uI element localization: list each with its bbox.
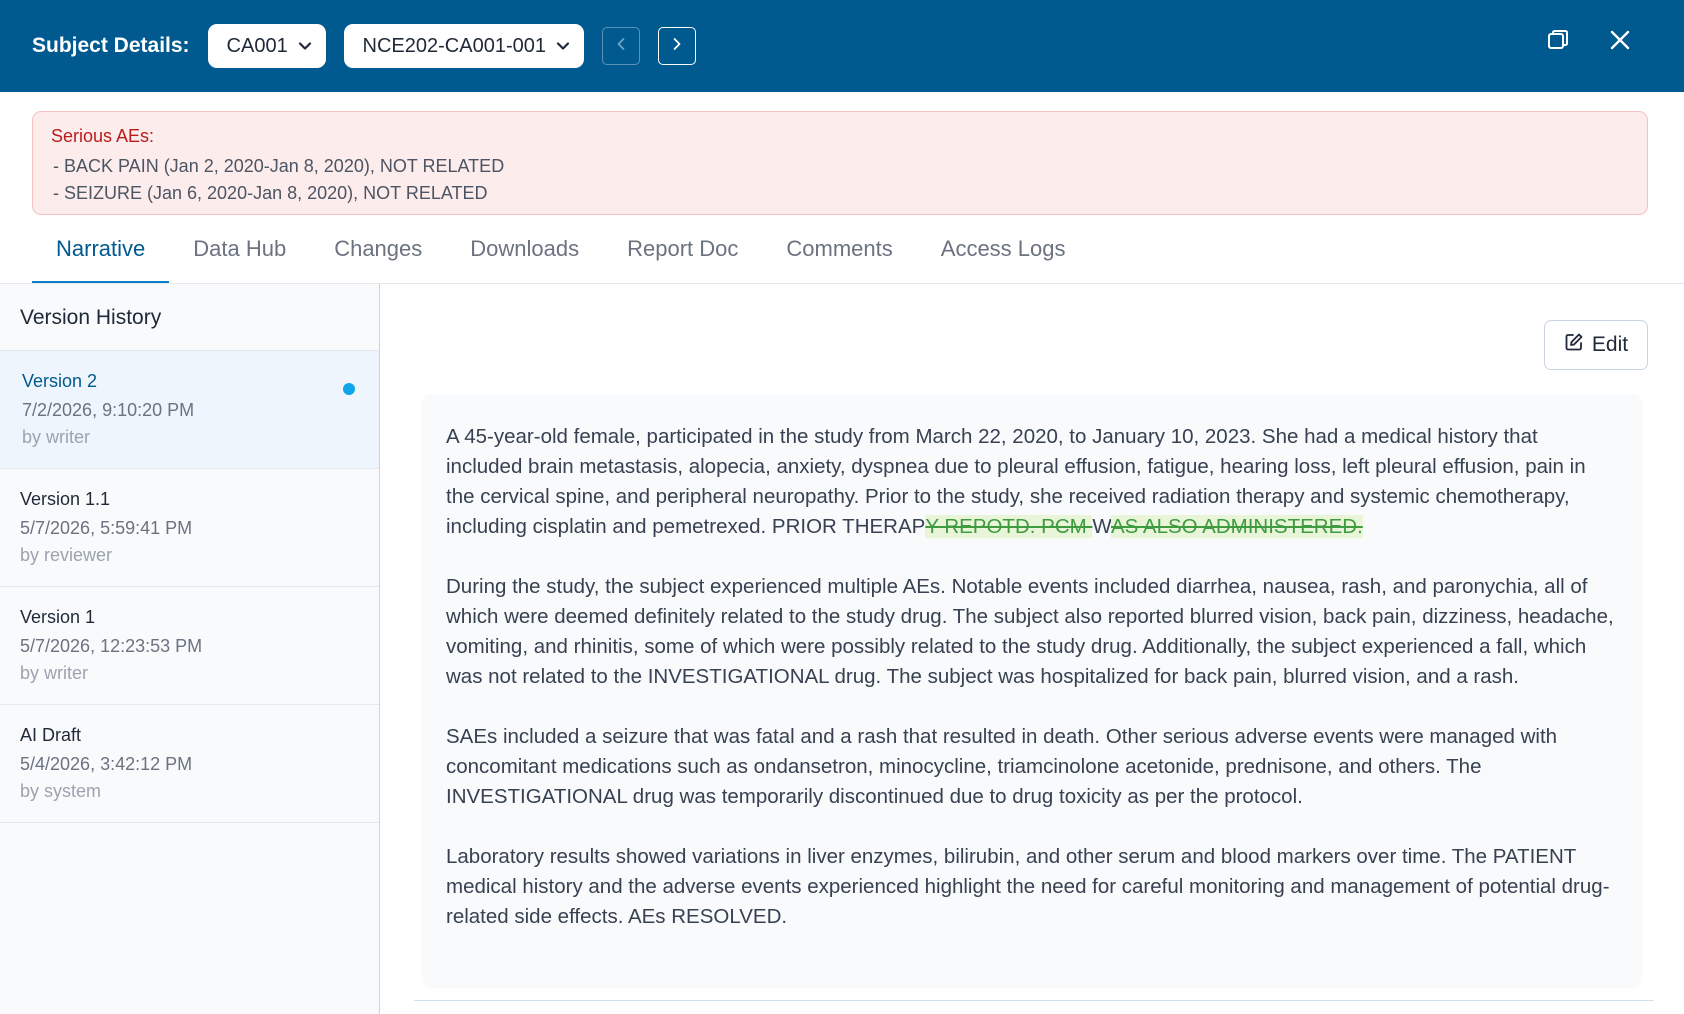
version-item-version-2[interactable]: Version 2 7/2/2026, 9:10:20 PM by writer — [0, 351, 379, 469]
version-author: by writer — [20, 663, 89, 683]
serious-aes-alert: Serious AEs: - BACK PAIN (Jan 2, 2020-Ja… — [32, 111, 1648, 215]
version-item-version-1[interactable]: Version 1 5/7/2026, 12:23:53 PM by write… — [0, 587, 379, 705]
tab-downloads[interactable]: Downloads — [446, 226, 603, 284]
previous-subject-button[interactable] — [601, 27, 640, 65]
version-date: 5/4/2026, 3:42:12 PM — [20, 754, 193, 774]
narrative-paragraph: During the study, the subject experience… — [446, 575, 1614, 688]
version-history-sidebar: Version History Version 2 7/2/2026, 9:10… — [0, 284, 380, 1014]
narrative-text: W — [1092, 515, 1111, 538]
sidebar-title: Version History — [0, 284, 379, 351]
version-author: by writer — [22, 427, 91, 447]
alert-item: - SEIZURE (Jan 6, 2020-Jan 8, 2020), NOT… — [53, 183, 488, 203]
narrative-paragraph: SAEs included a seizure that was fatal a… — [446, 725, 1558, 808]
site-select[interactable]: CA001 — [207, 24, 326, 68]
edit-icon — [1564, 332, 1584, 358]
chevron-down-icon — [554, 37, 572, 55]
version-date: 5/7/2026, 12:23:53 PM — [20, 636, 203, 656]
version-author: by system — [20, 781, 102, 801]
tab-narrative[interactable]: Narrative — [32, 226, 170, 284]
chevron-left-icon — [613, 36, 629, 57]
deleted-text: AS ALSO ADMINISTERED. — [1111, 515, 1363, 538]
edit-button-label: Edit — [1591, 333, 1629, 356]
tab-comments[interactable]: Comments — [762, 226, 916, 284]
chevron-right-icon — [669, 36, 685, 57]
header-bar: Subject Details: CA001 NCE202-CA001-001 — [0, 0, 1684, 92]
next-subject-button[interactable] — [657, 27, 696, 65]
chevron-down-icon — [296, 37, 314, 55]
version-name: Version 1 — [20, 607, 96, 627]
version-name: AI Draft — [20, 725, 82, 745]
version-date: 5/7/2026, 5:59:41 PM — [20, 518, 193, 538]
subject-select[interactable]: NCE202-CA001-001 — [343, 24, 584, 68]
subject-select-value: NCE202-CA001-001 — [362, 34, 546, 57]
version-author: by reviewer — [20, 545, 113, 565]
edit-button[interactable]: Edit — [1544, 320, 1648, 370]
narrative-paragraph: Laboratory results showed variations in … — [446, 845, 1610, 928]
header-title: Subject Details: — [32, 34, 190, 57]
version-name: Version 2 — [22, 371, 98, 391]
tab-access-logs[interactable]: Access Logs — [917, 226, 1090, 284]
close-icon — [1608, 28, 1632, 57]
restore-window-icon — [1546, 28, 1570, 57]
tab-data-hub[interactable]: Data Hub — [169, 226, 310, 284]
version-item-ai-draft[interactable]: AI Draft 5/4/2026, 3:42:12 PM by system — [0, 705, 379, 823]
tab-bar: Narrative Data Hub Changes Downloads Rep… — [32, 226, 1090, 284]
restore-window-button[interactable] — [1542, 26, 1574, 58]
content-divider — [414, 1000, 1654, 1001]
site-select-value: CA001 — [226, 34, 288, 57]
alert-item: - BACK PAIN (Jan 2, 2020-Jan 8, 2020), N… — [53, 156, 505, 176]
version-date: 7/2/2026, 9:10:20 PM — [22, 400, 195, 420]
alert-title: Serious AEs: — [51, 126, 155, 146]
tab-changes[interactable]: Changes — [310, 226, 446, 284]
version-name: Version 1.1 — [20, 489, 111, 509]
deleted-text: Y REPOTD. PCM — [925, 515, 1093, 538]
version-item-version-1-1[interactable]: Version 1.1 5/7/2026, 5:59:41 PM by revi… — [0, 469, 379, 587]
close-button[interactable] — [1604, 26, 1636, 58]
current-version-dot-icon — [343, 383, 355, 395]
narrative-content: A 45-year-old female, participated in th… — [422, 394, 1642, 988]
narrative-paragraph: A 45-year-old female, participated in th… — [446, 422, 1618, 542]
tab-report-doc[interactable]: Report Doc — [603, 226, 762, 284]
